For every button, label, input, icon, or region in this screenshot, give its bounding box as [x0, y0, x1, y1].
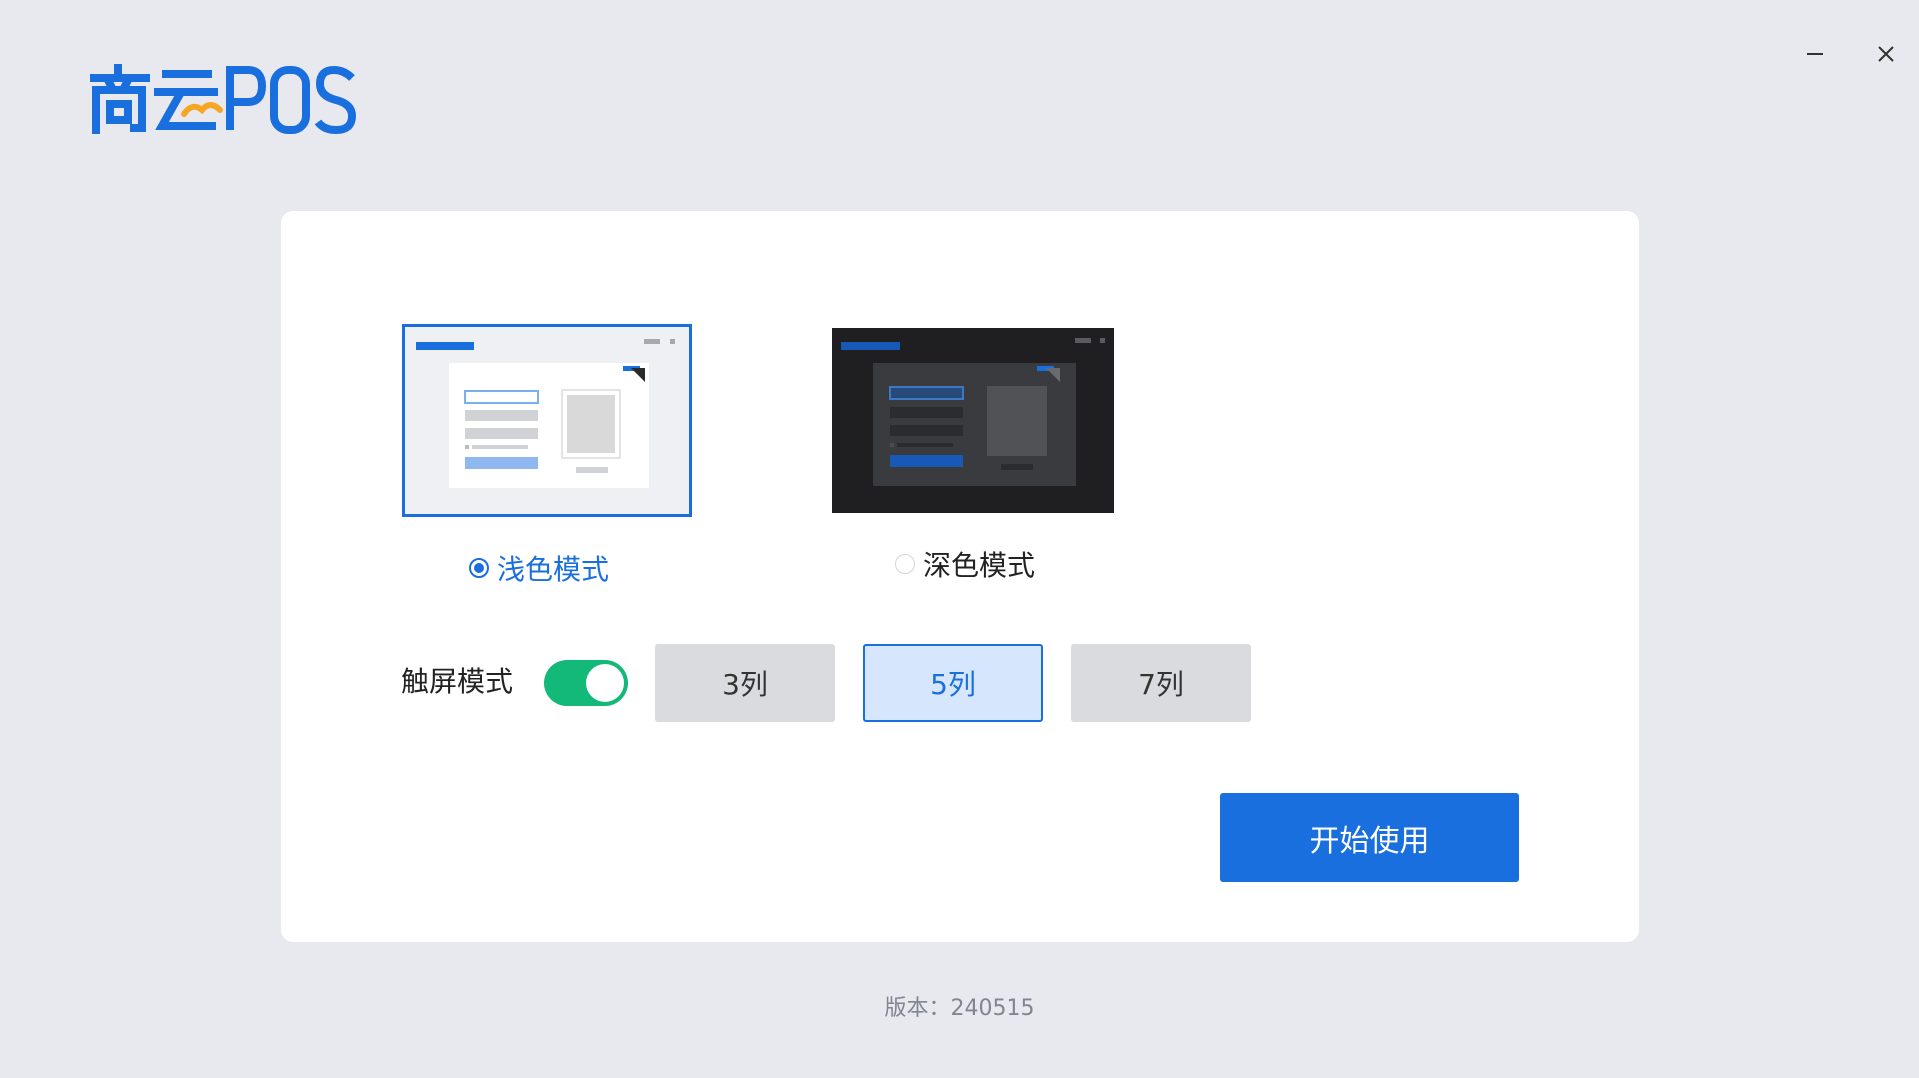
light-mode-option[interactable]: 浅色模式 [469, 548, 609, 588]
dark-mode-option[interactable]: 深色模式 [895, 544, 1035, 584]
minimize-icon [1807, 53, 1823, 55]
touch-mode-toggle[interactable] [544, 660, 628, 706]
dark-mode-radio[interactable] [895, 554, 915, 574]
columns-7-button[interactable]: 7列 [1071, 644, 1251, 722]
light-mode-radio[interactable] [469, 558, 489, 578]
minimize-button[interactable] [1795, 36, 1835, 76]
setup-card: 浅色模式 深色模式 触屏模式 3列 5列 7列 开始使用 [281, 211, 1639, 942]
light-mode-preview[interactable] [402, 324, 692, 517]
light-mode-label: 浅色模式 [497, 553, 610, 586]
toggle-knob [586, 664, 624, 702]
start-button[interactable]: 开始使用 [1220, 793, 1519, 882]
touch-mode-label: 触屏模式 [401, 665, 514, 698]
close-icon [1878, 46, 1894, 62]
columns-3-button[interactable]: 3列 [655, 644, 835, 722]
columns-5-button[interactable]: 5列 [863, 644, 1043, 722]
dark-mode-label: 深色模式 [923, 549, 1036, 582]
dark-mode-preview[interactable] [832, 328, 1114, 513]
close-button[interactable] [1866, 36, 1906, 76]
app-logo [90, 64, 360, 135]
version-text: 版本：240515 [884, 996, 1035, 1021]
